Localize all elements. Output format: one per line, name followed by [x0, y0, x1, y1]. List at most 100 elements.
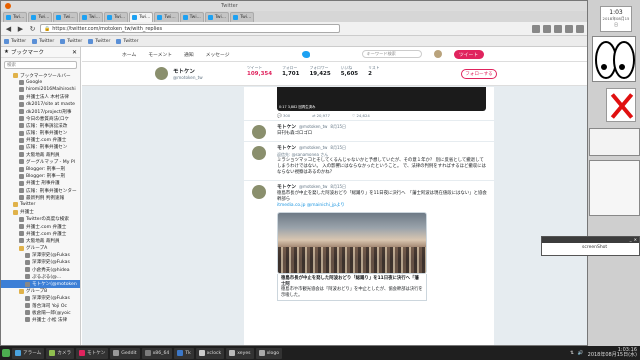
bookmark-item[interactable]: dk2017/project/刑事 — [1, 108, 80, 115]
browser-tab[interactable]: Twi... — [103, 12, 129, 22]
bookmark-item[interactable]: 大阪地裁 裁判員 — [1, 151, 80, 158]
close-icon[interactable]: ✕ — [634, 237, 637, 243]
tweet[interactable]: モトケン @motoken_tw 8月15日 徳島市長が中止を発した阿波おどり「総踊り… — [244, 180, 494, 305]
profile-stat[interactable]: いいね 5,605 — [341, 65, 358, 77]
screenshot-window[interactable]: _ ✕ screenShot — [541, 236, 640, 256]
bookmark-item[interactable]: 弁護士 小松 法律 — [1, 316, 80, 323]
sidebar-icon[interactable] — [543, 24, 551, 33]
xeyes-window[interactable] — [592, 36, 636, 82]
like-count[interactable]: ♡ 24,624 — [352, 113, 370, 118]
back-button[interactable]: ◀ — [4, 24, 13, 33]
tweet-button[interactable]: ツイート — [453, 49, 484, 59]
tweet[interactable]: モトケン @motoken_tw 8月15日 日刊も森ゴロゴロ — [244, 120, 494, 141]
bookmark-item[interactable]: 最新判例 判例速報 — [1, 194, 80, 201]
start-menu-icon[interactable] — [2, 349, 10, 357]
browser-tab[interactable]: Twi... — [28, 12, 53, 22]
bookmark-item[interactable]: 落合洋司 Yoji Oc — [1, 302, 80, 309]
profile-stat[interactable]: フォロワー 19,425 — [309, 65, 330, 77]
bookmark-item[interactable]: 今日の悪質商法(ロケ — [1, 115, 80, 122]
twitter-bird-icon[interactable] — [301, 50, 310, 58]
nav-notifications[interactable]: 通知 — [184, 51, 194, 58]
side-window-2[interactable] — [589, 160, 640, 216]
bookmark-item[interactable]: 広報：刑事訴訟法改 — [1, 122, 80, 129]
account-avatar[interactable] — [433, 50, 442, 58]
url-bar[interactable]: 🔒 https://twitter.com/motoken_tw/with_re… — [40, 24, 340, 33]
taskbar-item[interactable]: Tk — [174, 347, 194, 359]
screenshot-icon[interactable] — [554, 24, 562, 33]
bookmark-item[interactable]: 小倉秀夫(@hidea — [1, 266, 80, 273]
tweet-avatar[interactable] — [252, 146, 266, 160]
bookmark-item[interactable]: Twitterの高度な検索 — [1, 216, 80, 223]
volume-icon[interactable]: 🔊 — [578, 351, 584, 356]
bookmark-item[interactable]: 広報：刑事弁護センター — [1, 187, 80, 194]
side-window-1[interactable] — [589, 128, 640, 156]
taskbar-item[interactable]: アラーム — [12, 347, 45, 359]
tweet-time[interactable]: 8月15日 — [330, 145, 346, 151]
bookmark-item[interactable]: 弁護士.com 弁護士 — [1, 137, 80, 144]
network-icon[interactable]: ⇅ — [570, 351, 574, 356]
library-icon[interactable] — [532, 24, 540, 33]
taskbar-item[interactable]: xclock — [195, 347, 225, 359]
forward-button[interactable]: ▶ — [16, 24, 25, 33]
bookmark-folder[interactable]: ブックマークツールバー — [1, 72, 80, 79]
bookmark-item[interactable]: ぷるぷる(@... — [1, 273, 80, 280]
follow-button[interactable]: フォローする — [461, 69, 497, 79]
tweet-link[interactable]: itmedia.co.jp @mainichi_jpより — [277, 203, 488, 209]
bookmark-folder[interactable]: グループB — [1, 288, 80, 295]
tray-clock[interactable]: 1:03:16 2018年08月15日(水) — [588, 347, 637, 359]
taskbar-item[interactable]: カメラ — [46, 347, 75, 359]
extensions-icon[interactable] — [565, 24, 573, 33]
close-icon[interactable]: ✕ — [72, 49, 77, 56]
bookmark-item[interactable]: 弁護士法人 木村法律 — [1, 94, 80, 101]
minimize-icon[interactable]: _ — [630, 237, 632, 243]
nav-messages[interactable]: メッセージ — [206, 51, 230, 58]
bookmark-item[interactable]: 広報：刑事弁護セン — [1, 130, 80, 137]
taskbar-item[interactable]: x86_64 — [141, 347, 173, 359]
bookmark-folder[interactable]: Twitter — [1, 201, 80, 208]
bookmark-item[interactable]: 弁護士.com 弁護士 — [1, 223, 80, 230]
browser-tab[interactable]: Twi... — [53, 12, 78, 22]
tweet-avatar[interactable] — [252, 185, 266, 199]
profile-avatar[interactable] — [154, 66, 169, 81]
sidebar-search-input[interactable]: 検索 — [4, 61, 77, 69]
tweet-avatar[interactable] — [252, 125, 266, 139]
reply-count[interactable]: 💬 300 — [277, 113, 290, 118]
taskbar-item[interactable]: xeyes — [226, 347, 254, 359]
tweet-time[interactable]: 8月15日 — [330, 124, 346, 130]
browser-tab[interactable]: Twi... — [230, 12, 255, 22]
profile-name[interactable]: モトケン — [173, 67, 203, 75]
profile-stat[interactable]: リスト 2 — [368, 65, 379, 77]
browser-tab[interactable]: Twi... — [179, 12, 204, 22]
nav-home[interactable]: ホーム — [122, 51, 136, 58]
bookmark-bar-item[interactable]: Twitter — [32, 38, 54, 44]
browser-tab[interactable]: Twi... — [129, 12, 154, 22]
bookmark-bar-item[interactable]: Twitter — [60, 38, 82, 44]
xlogo-window[interactable] — [606, 88, 636, 122]
bookmark-item[interactable]: 大阪地裁 裁判員 — [1, 237, 80, 244]
retweet-count[interactable]: ⇄ 20,977 — [312, 113, 330, 118]
tweet-time[interactable]: 8月15日 — [330, 184, 346, 190]
menu-icon[interactable] — [576, 24, 584, 33]
profile-stat[interactable]: フォロー 1,701 — [282, 65, 299, 77]
browser-tab[interactable]: Twi... — [154, 12, 179, 22]
bookmark-item[interactable]: hiromi2016Maihiroshi — [1, 86, 80, 93]
taskbar-item[interactable]: Geddit — [110, 347, 140, 359]
link-card[interactable]: 徳島市長が中止を発した阿波おどり「総踊り」を11日夜に決行へ「藩士阿 徳島市や市観… — [277, 274, 427, 302]
bookmark-item[interactable]: 弁護士 刑事弁護 — [1, 180, 80, 187]
bookmark-item[interactable]: 深澤崇史(@Fukas — [1, 252, 80, 259]
video-media[interactable]: 0:17 3,882 回再生済み — [277, 87, 486, 111]
bookmark-bar-item[interactable]: Twitter — [116, 38, 138, 44]
taskbar-item[interactable]: モトケン — [76, 347, 109, 359]
bookmark-item[interactable]: 深澤崇史(@Fukas — [1, 295, 80, 302]
bookmark-item[interactable]: 深澤崇史(@Fukas — [1, 259, 80, 266]
tweet-image[interactable] — [277, 212, 427, 274]
bookmark-item[interactable]: 広報：刑事弁護セン — [1, 144, 80, 151]
tweet[interactable]: モトケン @motoken_tw 8月15日 返信先: @sanamonea さん ミラ… — [244, 141, 494, 180]
twitter-search-input[interactable]: キーワード検索 — [361, 50, 422, 58]
bookmark-item[interactable]: Google — [1, 79, 80, 86]
browser-tab[interactable]: Twi... — [204, 12, 230, 22]
bookmark-item[interactable]: グーグルマップ - My Pl — [1, 158, 80, 165]
taskbar-item[interactable]: xlogo — [255, 347, 283, 359]
bookmark-bar-item[interactable]: Twitter — [88, 38, 110, 44]
browser-tab[interactable]: Twi... — [78, 12, 103, 22]
